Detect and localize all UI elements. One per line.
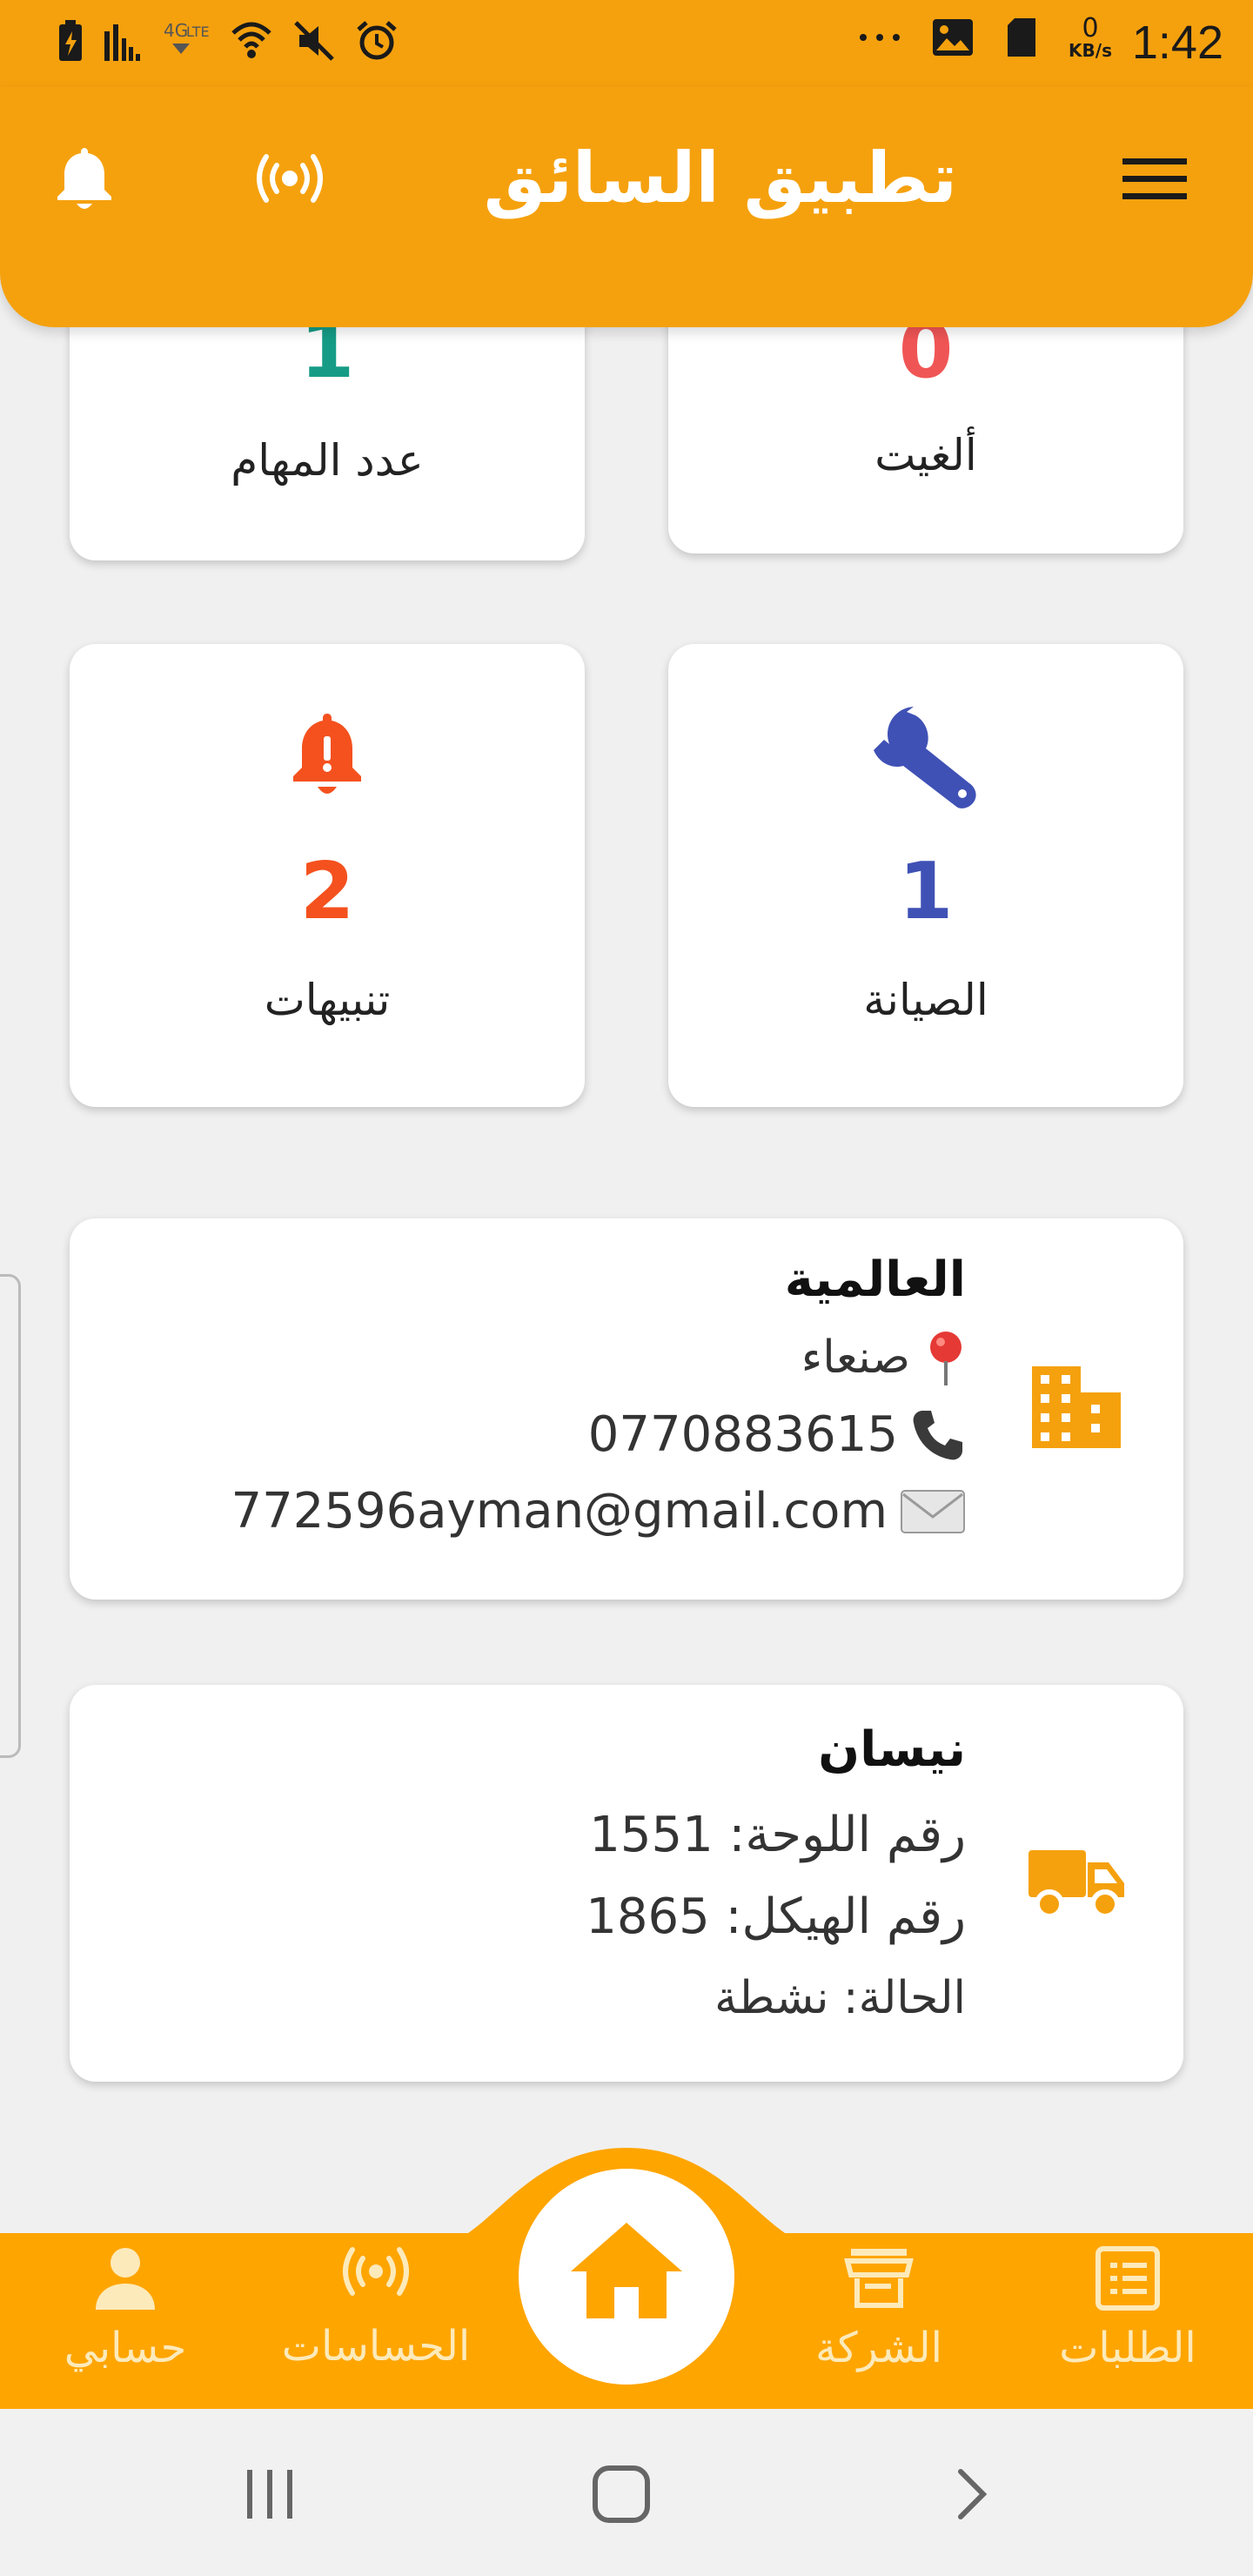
stat-card-maintenance[interactable]: 1 الصيانة (668, 644, 1183, 1107)
cancelled-label: ألغيت (874, 430, 977, 480)
home-nav-icon[interactable] (592, 2465, 651, 2524)
vehicle-chassis: رقم الهيكل: 1865 (586, 1888, 966, 1945)
vehicle-name: نيسان (818, 1721, 966, 1778)
hamburger-menu-icon[interactable] (1122, 155, 1187, 204)
nav-account[interactable]: حسابي (21, 2245, 230, 2372)
recent-apps-icon[interactable] (242, 2466, 298, 2522)
maintenance-count: 1 (898, 846, 954, 937)
location-pin-icon (930, 1332, 962, 1385)
status-time: 1:42 (1131, 17, 1223, 69)
notifications-bell-icon[interactable] (54, 144, 115, 214)
alerts-label: تنبيهات (264, 975, 391, 1025)
status-right-icons: 0 KB/s (858, 16, 1112, 59)
app-title: تطبيق السائق (483, 138, 957, 218)
alert-bell-icon (293, 714, 361, 794)
stat-card-alerts[interactable]: 2 تنبيهات (70, 644, 585, 1107)
store-icon (844, 2249, 914, 2308)
company-phone-row: 0770883615 (588, 1406, 966, 1463)
vehicle-status: الحالة: نشطة (714, 1972, 966, 2024)
svg-text:LTE: LTE (186, 23, 210, 40)
nav-sensors-label: الحساسات (281, 2322, 471, 2371)
system-navigation-bar (0, 2409, 1253, 2576)
phone-icon (913, 1410, 962, 1459)
receipt-list-icon (1096, 2246, 1160, 2311)
battery-charging-icon (59, 20, 82, 61)
nav-company-label: الشركة (815, 2324, 942, 2372)
network-speed-unit: KB/s (1069, 40, 1112, 61)
nav-requests[interactable]: الطلبات (1023, 2245, 1232, 2372)
network-speed: 0 KB/s (1069, 13, 1112, 61)
drawer-handle[interactable] (0, 1274, 21, 1758)
nav-account-label: حسابي (64, 2324, 187, 2372)
status-left-icons: 4G LTE (57, 19, 399, 63)
nav-requests-label: الطلبات (1059, 2324, 1196, 2372)
nav-sensors[interactable]: الحساسات (271, 2245, 480, 2371)
tasks-label: عدد المهام (231, 435, 424, 486)
alerts-count: 2 (299, 846, 355, 937)
4g-lte-icon: 4G LTE (164, 20, 210, 54)
alarm-icon (357, 21, 397, 60)
maintenance-label: الصيانة (863, 975, 988, 1025)
svg-text:4G: 4G (164, 20, 188, 41)
mute-icon (294, 21, 334, 61)
network-speed-value: 0 (1082, 13, 1099, 44)
more-notifications-icon (860, 34, 901, 41)
back-nav-icon[interactable] (948, 2466, 992, 2522)
vehicle-plate: رقم اللوحة: 1551 (589, 1807, 966, 1863)
person-icon (96, 2248, 155, 2310)
company-card[interactable]: العالمية صنعاء 0770883615 772596ayman@gm… (70, 1218, 1183, 1600)
company-phone[interactable]: 0770883615 (588, 1406, 898, 1463)
sensor-signal-icon[interactable] (252, 151, 327, 205)
app-header: تطبيق السائق (0, 87, 1253, 327)
wrench-icon (874, 707, 976, 808)
company-email[interactable]: 772596ayman@gmail.com (231, 1483, 888, 1540)
home-icon (571, 2223, 682, 2318)
nav-company[interactable]: الشركة (774, 2245, 983, 2372)
home-button[interactable] (519, 2169, 734, 2385)
wifi-icon (231, 22, 271, 58)
gallery-icon (933, 19, 974, 56)
email-envelope-icon (901, 1489, 965, 1533)
vehicle-truck-icon (1029, 1850, 1124, 1919)
app-title-group: تطبيق السائق (483, 131, 992, 226)
company-city-row: صنعاء (801, 1330, 966, 1385)
sd-card-icon (1008, 18, 1036, 57)
company-name: العالمية (784, 1251, 966, 1308)
signal-icon (104, 24, 140, 61)
vehicle-card[interactable]: نيسان رقم اللوحة: 1551 رقم الهيكل: 1865 … (70, 1685, 1183, 2082)
sensors-icon (343, 2247, 409, 2296)
status-bar: 4G LTE 0 KB/s 1:42 (0, 0, 1253, 87)
company-building-icon (1032, 1366, 1121, 1448)
company-city: صنعاء (801, 1332, 910, 1384)
company-email-row: 772596ayman@gmail.com (231, 1483, 966, 1540)
